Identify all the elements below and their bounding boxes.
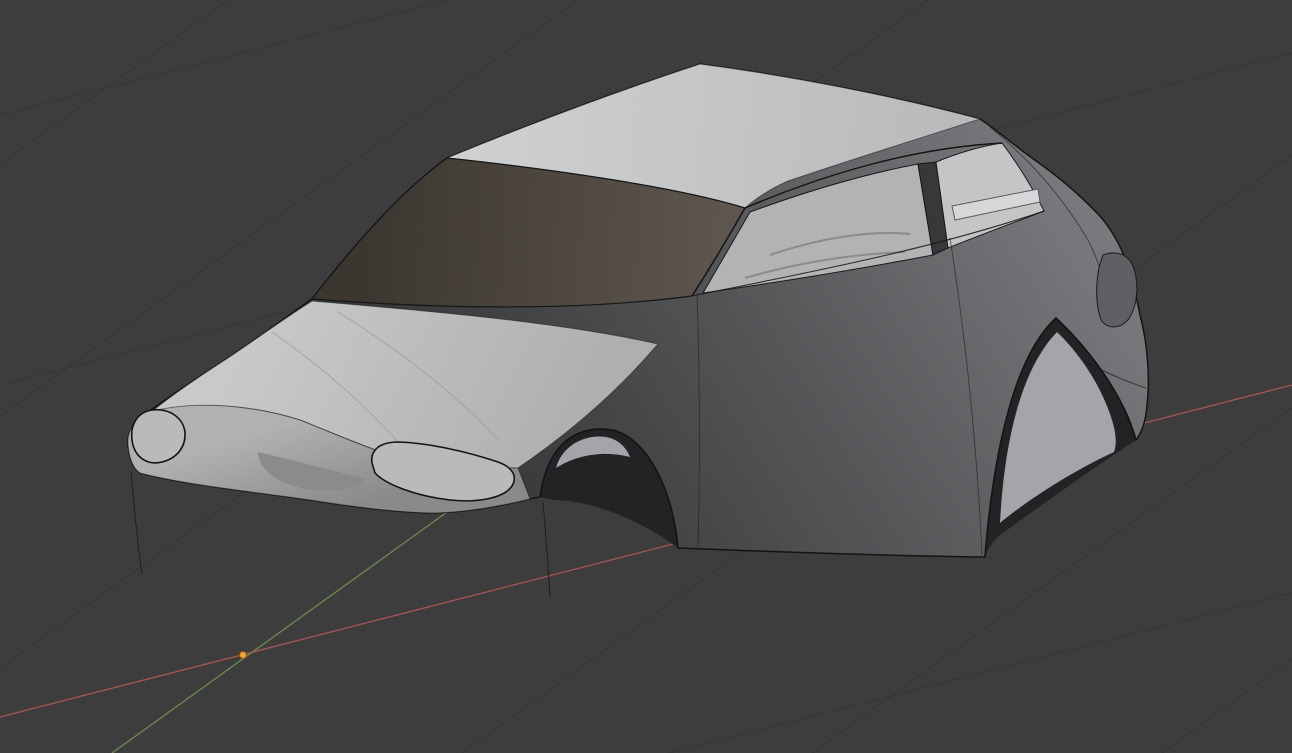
car-headlight-left[interactable] <box>132 410 185 463</box>
viewport-3d[interactable] <box>0 0 1292 753</box>
viewport-canvas[interactable] <box>0 0 1292 753</box>
taillight[interactable] <box>1097 253 1137 327</box>
object-origin-point[interactable] <box>240 652 247 659</box>
